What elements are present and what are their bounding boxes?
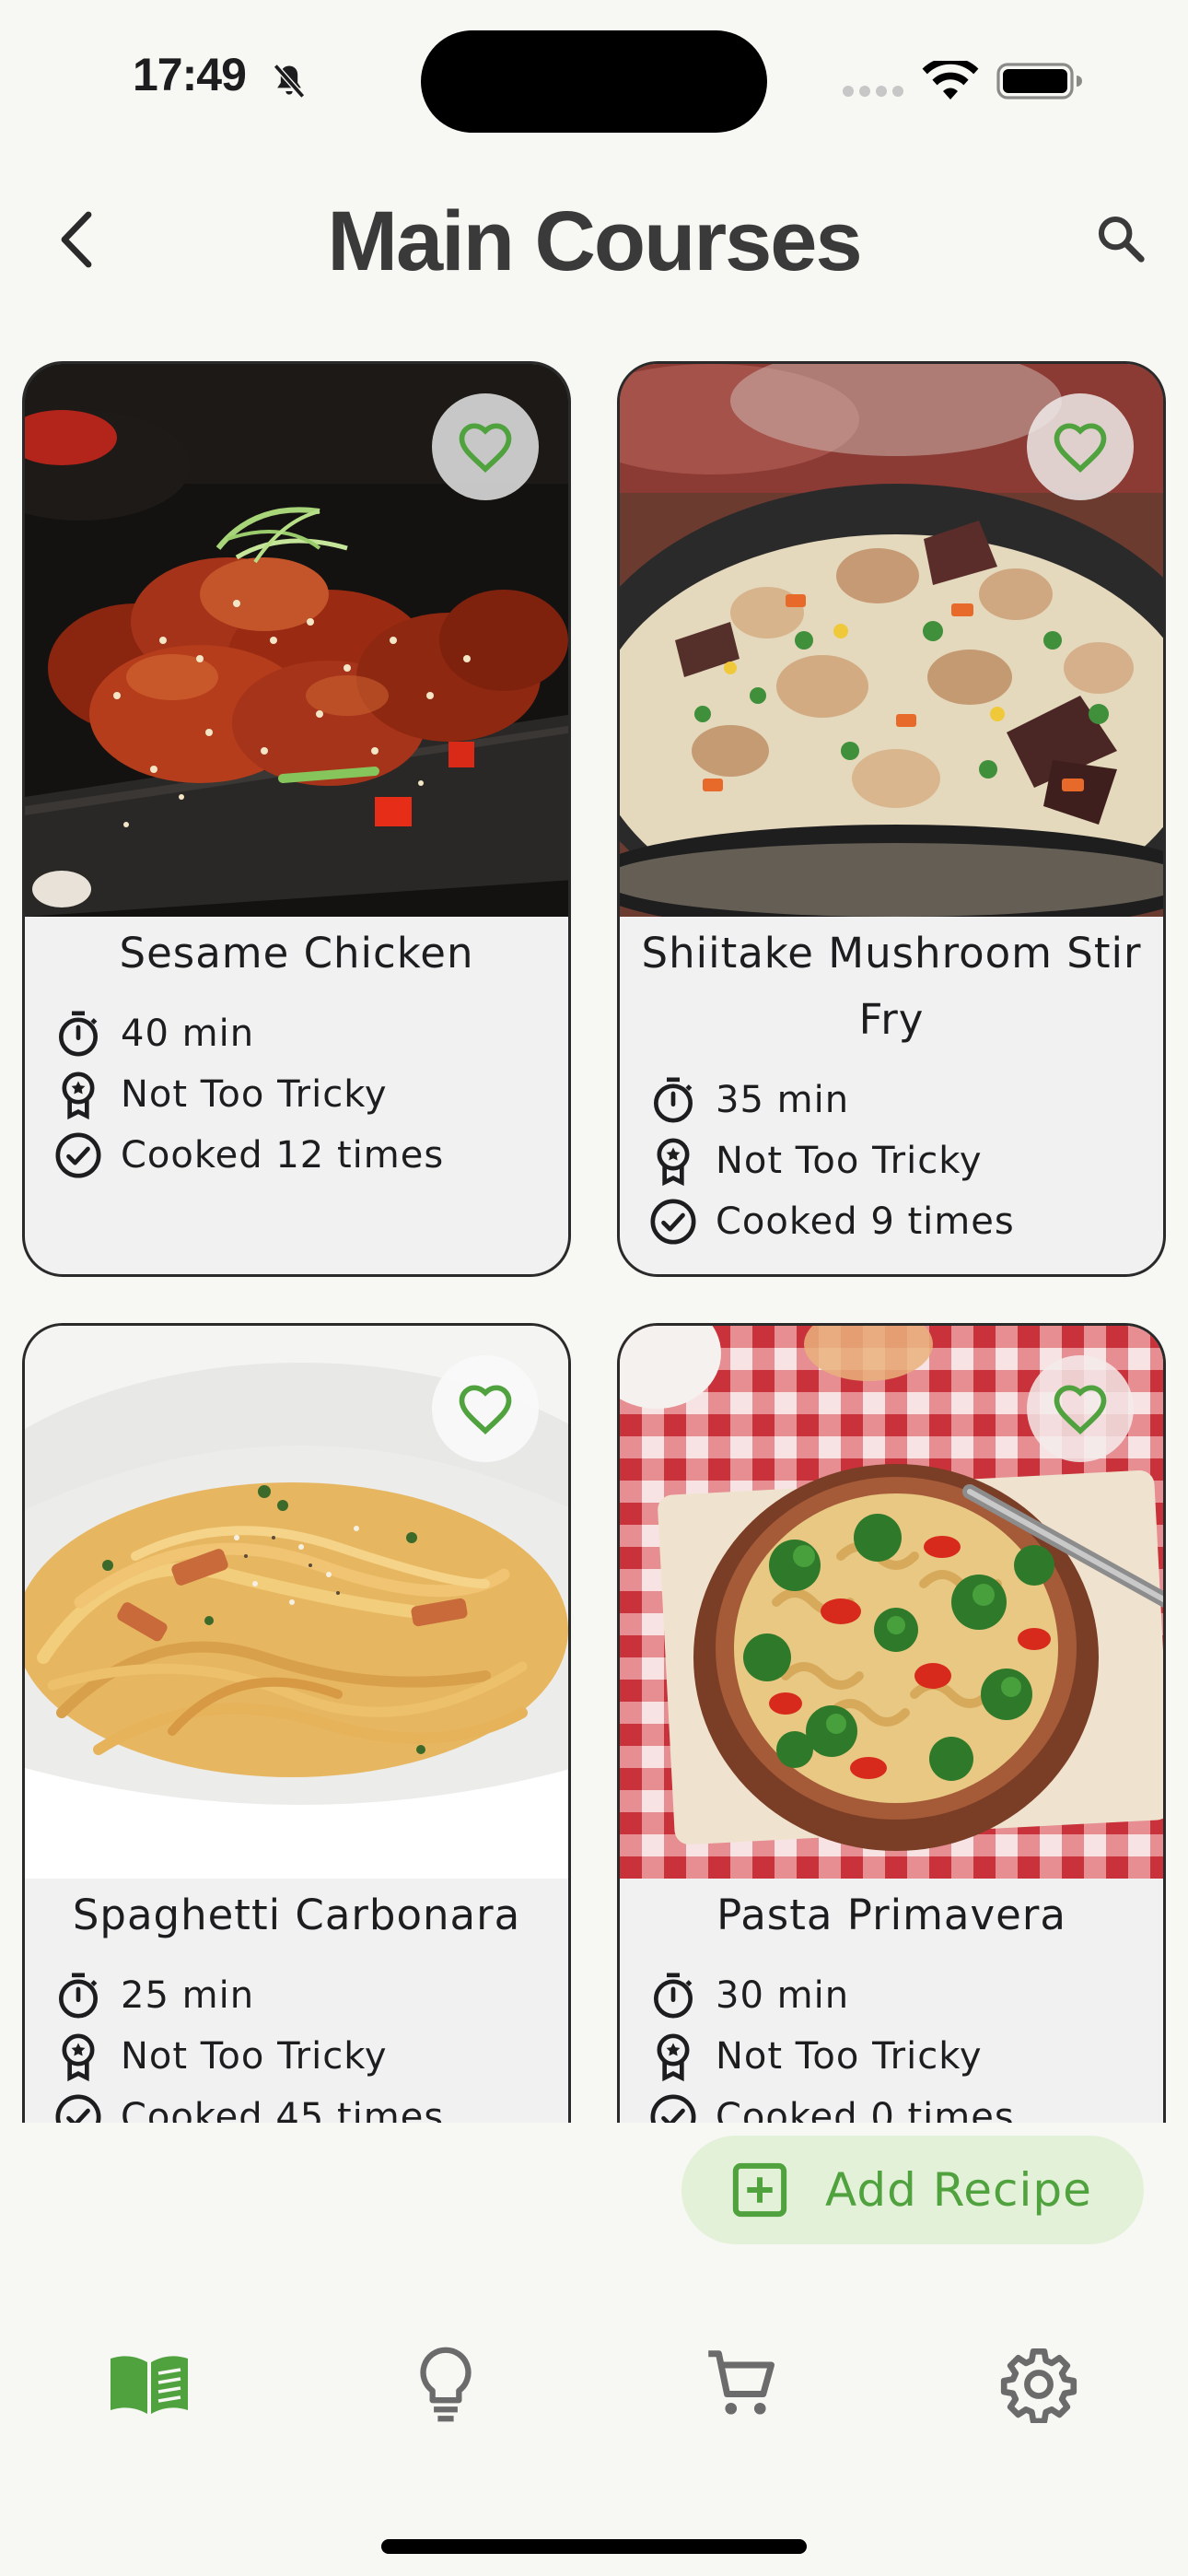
award-ribbon-icon [657,2033,690,2082]
recipe-cooked-count: Cooked 12 times [52,1125,550,1186]
favorite-button[interactable] [432,1355,539,1462]
recipe-card[interactable]: Shiitake Mushroom Stir Fry 35 min Not To… [617,361,1166,1277]
page-title: Main Courses [327,194,862,288]
recipe-difficulty: Not Too Tricky [52,2026,550,2087]
recipe-cooked-label: Cooked 0 times [716,2096,1015,2123]
check-circle-icon [650,2094,696,2123]
recipe-cooked-label: Cooked 12 times [121,1134,445,1177]
recipe-cooked-count: Cooked 45 times [52,2087,550,2123]
award-ribbon-icon [62,1071,95,1120]
recipe-meta: 40 min Not Too Tricky Cooked 12 times [52,1003,550,1186]
recipe-cooked-label: Cooked 45 times [121,2096,445,2123]
heart-outline-icon [459,423,512,473]
recipe-cooked-label: Cooked 9 times [716,1200,1015,1243]
wifi-icon [922,61,979,100]
search-button[interactable] [1090,208,1151,269]
status-time: 17:49 [133,49,247,100]
add-box-icon [732,2162,787,2218]
nav-item-recipes[interactable] [94,2329,204,2440]
award-ribbon-icon [62,2033,95,2082]
favorite-button[interactable] [1027,393,1134,500]
recipe-difficulty-label: Not Too Tricky [121,1073,388,1116]
recipe-title: Shiitake Mushroom Stir Fry [641,929,1142,1044]
recipe-title: Spaghetti Carbonara [72,1891,521,1939]
cart-icon [708,2350,775,2415]
cellular-signal-icon [843,86,903,97]
check-circle-icon [650,1199,696,1245]
stopwatch-icon [59,1011,98,1057]
favorite-button[interactable] [1027,1355,1134,1462]
recipe-difficulty-label: Not Too Tricky [121,2035,388,2078]
stopwatch-icon [59,1973,98,2019]
recipe-grid[interactable]: Sesame Chicken 40 min Not Too Tricky Coo… [0,361,1188,2123]
recipe-time: 40 min [52,1003,550,1064]
recipe-time-label: 30 min [716,1974,850,2017]
recipe-time: 25 min [52,1965,550,2026]
add-recipe-button[interactable]: Add Recipe [681,2136,1144,2244]
battery-icon [996,63,1082,100]
bell-muted-icon [273,64,306,99]
recipe-time-label: 25 min [121,1974,255,2017]
award-ribbon-icon [657,1138,690,1187]
add-recipe-label: Add Recipe [825,2163,1092,2217]
recipe-meta: 35 min Not Too Tricky Cooked 9 times [647,1070,1145,1252]
recipe-difficulty: Not Too Tricky [52,1064,550,1125]
nav-item-shopping[interactable] [687,2329,798,2440]
recipe-card[interactable]: Spaghetti Carbonara 25 min Not Too Trick… [22,1323,571,2123]
check-circle-icon [55,2094,101,2123]
recipe-meta: 30 min Not Too Tricky Cooked 0 times [647,1965,1145,2123]
recipe-time-label: 40 min [121,1013,255,1055]
recipe-cooked-count: Cooked 0 times [647,2087,1145,2123]
recipe-card[interactable]: Pasta Primavera 30 min Not Too Tricky Co… [617,1323,1166,2123]
recipe-title: Sesame Chicken [119,929,474,978]
dynamic-island [421,30,767,133]
heart-outline-icon [1054,423,1107,473]
check-circle-icon [55,1132,101,1178]
recipe-card[interactable]: Sesame Chicken 40 min Not Too Tricky Coo… [22,361,571,1277]
lightbulb-icon [420,2347,472,2422]
nav-item-settings[interactable] [984,2329,1094,2440]
screen: 17:49 Main Courses Sesame Chicken 40 min… [0,0,1188,2576]
recipe-difficulty: Not Too Tricky [647,1130,1145,1191]
stopwatch-icon [654,1973,693,2019]
favorite-button[interactable] [432,393,539,500]
gear-icon [1000,2348,1077,2423]
recipe-difficulty: Not Too Tricky [647,2026,1145,2087]
bottom-navigation [0,2329,1188,2440]
home-indicator[interactable] [381,2539,807,2554]
recipe-meta: 25 min Not Too Tricky Cooked 45 times [52,1965,550,2123]
recipe-difficulty-label: Not Too Tricky [716,2035,983,2078]
recipe-cooked-count: Cooked 9 times [647,1191,1145,1252]
heart-outline-icon [459,1385,512,1434]
stopwatch-icon [654,1077,693,1123]
recipe-difficulty-label: Not Too Tricky [716,1140,983,1182]
recipe-time: 30 min [647,1965,1145,2026]
nav-item-ideas[interactable] [390,2329,501,2440]
recipe-book-icon [111,2356,188,2414]
search-icon [1098,216,1145,263]
recipe-time: 35 min [647,1070,1145,1130]
recipe-title: Pasta Primavera [716,1891,1066,1939]
recipe-time-label: 35 min [716,1079,850,1121]
heart-outline-icon [1054,1385,1107,1434]
